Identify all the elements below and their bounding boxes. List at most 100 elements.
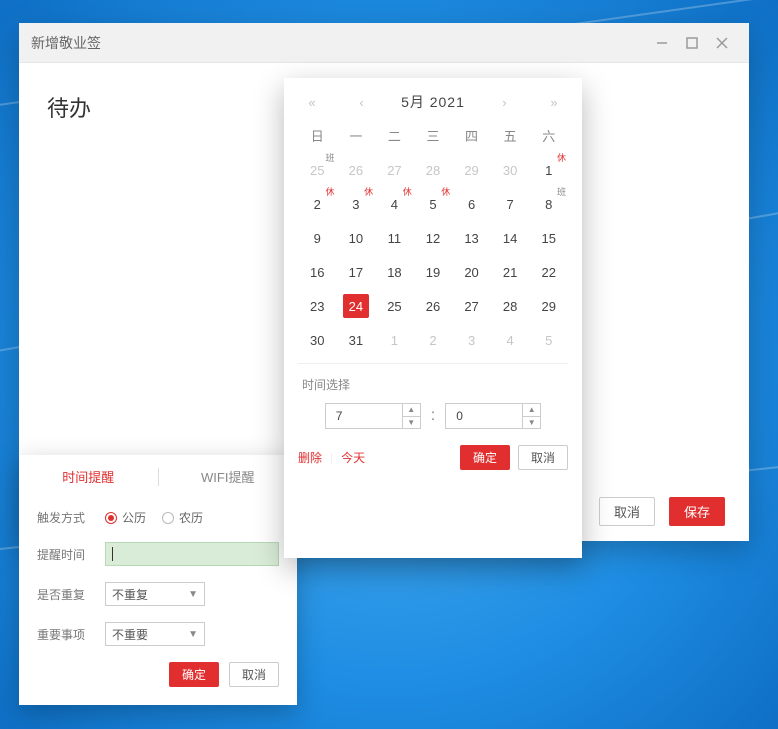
close-button[interactable] — [707, 28, 737, 58]
calendar-day[interactable]: 24 — [337, 289, 376, 323]
calendar-day[interactable]: 11 — [375, 221, 414, 255]
hour-value: 7 — [326, 409, 402, 423]
calendar-day[interactable]: 28 — [491, 289, 530, 323]
hour-spinner[interactable]: 7 ▲▼ — [325, 403, 421, 429]
hour-up-icon[interactable]: ▲ — [403, 404, 420, 417]
hour-down-icon[interactable]: ▼ — [403, 417, 420, 429]
save-button[interactable]: 保存 — [669, 497, 725, 526]
calendar-day[interactable]: 17 — [337, 255, 376, 289]
radio-solar[interactable]: 公历 — [105, 509, 146, 526]
day-number: 7 — [497, 192, 523, 216]
calendar-day[interactable]: 29 — [529, 289, 568, 323]
calendar-day[interactable]: 27 — [452, 289, 491, 323]
calendar-day[interactable]: 18 — [375, 255, 414, 289]
calendar-day[interactable]: 7 — [491, 187, 530, 221]
chevron-down-icon: ▼ — [188, 629, 198, 640]
calendar-day[interactable]: 21 — [491, 255, 530, 289]
calendar-day[interactable]: 26 — [414, 289, 453, 323]
day-number: 23 — [304, 294, 330, 318]
day-number: 29 — [459, 158, 485, 182]
next-year-button[interactable]: » — [544, 95, 564, 110]
calendar-day[interactable]: 2休 — [298, 187, 337, 221]
day-number: 27 — [381, 158, 407, 182]
calendar-day[interactable]: 27 — [375, 153, 414, 187]
calendar-day[interactable]: 23 — [298, 289, 337, 323]
calendar-day[interactable]: 29 — [452, 153, 491, 187]
prev-month-button[interactable]: ‹ — [352, 95, 372, 110]
day-number: 18 — [381, 260, 407, 284]
calendar-ok-button[interactable]: 确定 — [460, 445, 510, 470]
calendar-day[interactable]: 3 — [452, 323, 491, 357]
calendar-day[interactable]: 19 — [414, 255, 453, 289]
calendar-day[interactable]: 6 — [452, 187, 491, 221]
calendar-day[interactable]: 16 — [298, 255, 337, 289]
radio-lunar[interactable]: 农历 — [162, 509, 203, 526]
next-month-button[interactable]: › — [494, 95, 514, 110]
calendar-day[interactable]: 15 — [529, 221, 568, 255]
rest-badge: 休 — [364, 188, 373, 197]
calendar-day[interactable]: 4 — [491, 323, 530, 357]
calendar-day[interactable]: 2 — [414, 323, 453, 357]
minute-down-icon[interactable]: ▼ — [523, 417, 540, 429]
cancel-button[interactable]: 取消 — [599, 497, 655, 526]
calendar-cancel-button[interactable]: 取消 — [518, 445, 568, 470]
today-link[interactable]: 今天 — [341, 449, 365, 466]
calendar-day[interactable]: 5休 — [414, 187, 453, 221]
prev-year-button[interactable]: « — [302, 95, 322, 110]
calendar-day[interactable]: 25班 — [298, 153, 337, 187]
panel-cancel-button[interactable]: 取消 — [229, 662, 279, 687]
tab-wifi-reminder[interactable]: WIFI提醒 — [159, 455, 298, 498]
calendar-day[interactable]: 9 — [298, 221, 337, 255]
minute-up-icon[interactable]: ▲ — [523, 404, 540, 417]
rest-badge: 休 — [557, 154, 566, 163]
calendar-day[interactable]: 28 — [414, 153, 453, 187]
calendar-day[interactable]: 30 — [491, 153, 530, 187]
calendar-day[interactable]: 30 — [298, 323, 337, 357]
calendar-day[interactable]: 22 — [529, 255, 568, 289]
calendar-day[interactable]: 5 — [529, 323, 568, 357]
day-number: 11 — [381, 226, 407, 250]
remind-time-label: 提醒时间 — [37, 546, 105, 563]
weekday-cell: 六 — [529, 126, 568, 145]
panel-ok-button[interactable]: 确定 — [169, 662, 219, 687]
calendar-day[interactable]: 31 — [337, 323, 376, 357]
minute-spinner[interactable]: 0 ▲▼ — [445, 403, 541, 429]
window-title: 新增敬业签 — [31, 33, 101, 53]
day-number: 25 — [381, 294, 407, 318]
delete-link[interactable]: 删除 — [298, 449, 322, 466]
day-number: 27 — [459, 294, 485, 318]
remind-time-input[interactable] — [105, 542, 279, 566]
important-select[interactable]: 不重要▼ — [105, 622, 205, 646]
time-select-label: 时间选择 — [298, 376, 568, 393]
calendar-day[interactable]: 13 — [452, 221, 491, 255]
rest-badge: 休 — [403, 188, 412, 197]
weekday-cell: 四 — [452, 126, 491, 145]
calendar-day[interactable]: 12 — [414, 221, 453, 255]
calendar-day[interactable]: 1 — [375, 323, 414, 357]
weekday-cell: 三 — [414, 126, 453, 145]
work-badge: 班 — [326, 154, 335, 163]
calendar-day[interactable]: 3休 — [337, 187, 376, 221]
day-number: 16 — [304, 260, 330, 284]
day-number: 6 — [459, 192, 485, 216]
day-number: 3 — [459, 328, 485, 352]
calendar-day[interactable]: 8班 — [529, 187, 568, 221]
calendar-day[interactable]: 10 — [337, 221, 376, 255]
calendar-title[interactable]: 5月 2021 — [401, 92, 465, 112]
tab-time-reminder[interactable]: 时间提醒 — [19, 455, 158, 498]
calendar-day[interactable]: 1休 — [529, 153, 568, 187]
calendar-popup: « ‹ 5月 2021 › » 日一二三四五六 25班26272829301休2… — [284, 78, 582, 558]
minute-value: 0 — [446, 409, 522, 423]
day-number: 26 — [343, 158, 369, 182]
calendar-day[interactable]: 25 — [375, 289, 414, 323]
calendar-day[interactable]: 26 — [337, 153, 376, 187]
weekday-cell: 二 — [375, 126, 414, 145]
calendar-day[interactable]: 4休 — [375, 187, 414, 221]
maximize-button[interactable] — [677, 28, 707, 58]
calendar-day[interactable]: 20 — [452, 255, 491, 289]
minimize-button[interactable] — [647, 28, 677, 58]
repeat-select[interactable]: 不重复▼ — [105, 582, 205, 606]
repeat-select-value: 不重复 — [112, 586, 148, 603]
day-number: 5 — [536, 328, 562, 352]
calendar-day[interactable]: 14 — [491, 221, 530, 255]
